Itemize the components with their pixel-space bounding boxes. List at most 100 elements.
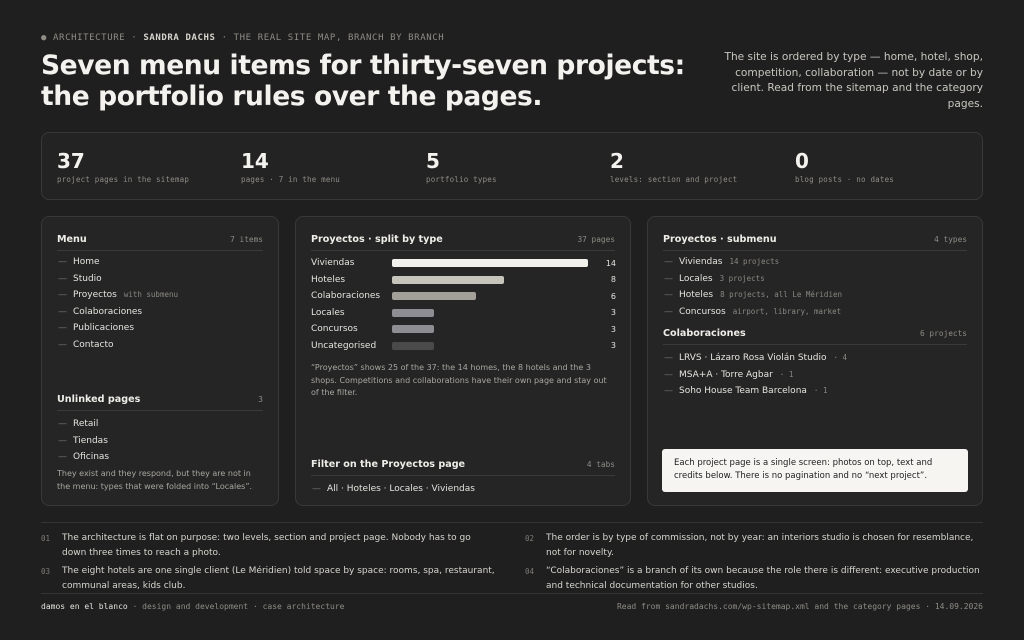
page-title: Seven menu items for thirty-seven projec…	[41, 50, 685, 112]
unlinked-header: Unlinked pages 3	[57, 394, 263, 411]
menu-item-studio[interactable]: — Studio	[58, 274, 263, 291]
bar-track	[392, 341, 588, 350]
footnote-04: 04 “Colaboraciones” is a branch of its o…	[525, 564, 983, 593]
unlinked-count: 3	[258, 395, 263, 404]
submenu-item-viviendas[interactable]: — Viviendas 14 projects	[664, 257, 967, 274]
stat-portfolio-types: 5 portfolio types	[426, 150, 497, 184]
submenu-item-concursos[interactable]: — Concursos airport, library, market	[664, 307, 967, 324]
proyectos-card: Proyectos · split by type 37 pages Vivie…	[295, 216, 631, 506]
menu-item-publicaciones[interactable]: — Publicaciones	[58, 323, 263, 340]
footer-source: Read from sandradachs.com/wp-sitemap.xml…	[616, 602, 983, 611]
unlinked-item-oficinas[interactable]: — Oficinas	[58, 452, 263, 469]
stat-label: project pages in the sitemap	[57, 175, 190, 184]
submenu-item-locales[interactable]: — Locales 3 projects	[664, 274, 967, 291]
stat-value: 14	[241, 149, 269, 173]
submenu-card-header: Proyectos · submenu 4 types	[663, 234, 967, 251]
bar-row: Hoteles 8	[311, 272, 616, 289]
bar-row: Colaboraciones 6	[311, 288, 616, 305]
submenu-item-note: 3 projects	[719, 273, 765, 283]
bar-value-label: 6	[610, 291, 616, 301]
footnote-number: 03	[41, 567, 51, 576]
submenu-card-count: 4 types	[934, 235, 967, 244]
bar-row: Locales 3	[311, 305, 616, 322]
bar-category-label: Hoteles	[311, 274, 346, 285]
eyebrow-name: SANDRA DACHS	[143, 33, 216, 43]
stat-levels: 2 levels: section and project	[610, 150, 737, 184]
submenu-card: Proyectos · submenu 4 types — Viviendas 14…	[647, 216, 983, 506]
unlinked-item-label: Retail	[73, 419, 99, 429]
bar	[392, 341, 434, 350]
bar-row: Viviendas 14	[311, 255, 616, 272]
footnote-03: 03 The eight hotels are one single clien…	[41, 564, 496, 593]
submenu-item-label: Locales	[679, 273, 713, 284]
project-page-note: Each project page is a single screen: ph…	[662, 449, 968, 492]
proyectos-card-title: Proyectos · split by type	[311, 234, 443, 245]
stat-value: 5	[426, 149, 440, 173]
menu-item-label: Publicaciones	[73, 323, 135, 333]
bar-track	[392, 308, 588, 317]
bar	[392, 308, 434, 317]
filter-title: Filter on the Proyectos page	[311, 459, 466, 470]
bar-value-label: 3	[610, 341, 616, 351]
unlinked-item-label: Tiendas	[73, 435, 108, 446]
submenu-item-label: Hoteles	[679, 290, 714, 300]
bar-value-label: 14	[605, 258, 616, 268]
submenu-list: — Viviendas 14 projects — Locales 3 projects…	[664, 257, 967, 323]
stat-value: 2	[610, 149, 624, 173]
collab-item-msaa[interactable]: — MSA+A · Torre Agbar · 1	[664, 370, 967, 387]
bar-category-label: Locales	[311, 307, 345, 318]
menu-item-contacto[interactable]: — Contacto	[58, 340, 263, 357]
filter-tabs-row[interactable]: — All · Hoteles · Locales · Viviendas	[312, 484, 615, 501]
submenu-item-hoteles[interactable]: — Hoteles 8 projects, all Le Méridien	[664, 290, 967, 307]
bar	[392, 325, 434, 334]
menu-item-proyectos[interactable]: — Proyectos with submenu	[58, 290, 263, 307]
proyectos-card-header: Proyectos · split by type 37 pages	[311, 234, 615, 251]
collab-count: 6 projects	[920, 329, 967, 338]
menu-item-label: Home	[73, 257, 100, 267]
unlinked-title: Unlinked pages	[57, 394, 141, 405]
stat-project-pages: 37 project pages in the sitemap	[57, 150, 189, 184]
bar-track	[392, 275, 588, 284]
bar	[392, 259, 588, 268]
unlinked-item-tiendas[interactable]: — Tiendas	[58, 436, 263, 453]
collab-item-note: · 1	[813, 386, 828, 395]
stat-pages: 14 pages · 7 in the menu	[241, 150, 340, 184]
intro-text: The site is ordered by type — home, hote…	[724, 51, 983, 110]
stats-panel: 37 project pages in the sitemap 14 pages…	[41, 132, 983, 200]
menu-card: Menu 7 items — Home — Studio — Proyectos wit…	[41, 216, 279, 506]
collab-item-lrvs[interactable]: — LRVS · Lázaro Rosa Violán Studio · 4	[664, 353, 967, 370]
collab-item-soho[interactable]: — Soho House Team Barcelona · 1	[664, 386, 967, 403]
proyectos-card-count: 37 pages	[577, 235, 615, 244]
bar-track	[392, 259, 588, 268]
bar-value-label: 3	[610, 324, 616, 334]
menu-item-home[interactable]: — Home	[58, 257, 263, 274]
eyebrow-suffix: · THE REAL SITE MAP, BRANCH BY BRANCH	[221, 33, 445, 43]
bar-category-label: Uncategorised	[311, 340, 377, 351]
footnote-number: 01	[41, 534, 51, 543]
footnote-number: 04	[525, 567, 535, 576]
menu-list: — Home — Studio — Proyectos with submenu — Co…	[58, 257, 263, 356]
filter-header: Filter on the Proyectos page 4 tabs	[311, 459, 615, 476]
collab-item-label: LRVS · Lázaro Rosa Violán Studio	[679, 353, 827, 363]
footer-brand[interactable]: damos en el blanco	[41, 602, 128, 611]
menu-item-label: Proyectos	[73, 290, 117, 300]
menu-item-label: Contacto	[73, 339, 114, 350]
menu-item-label: Colaboraciones	[73, 306, 143, 317]
footnote-02: 02 The order is by type of commission, n…	[525, 531, 983, 560]
collab-header: Colaboraciones 6 projects	[663, 328, 967, 345]
filter-count: 4 tabs	[586, 460, 615, 469]
stat-blog-posts: 0 blog posts · no dates	[795, 150, 894, 184]
stat-label: levels: section and project	[610, 175, 738, 184]
divider	[41, 522, 983, 523]
eyebrow-prefix: ● ARCHITECTURE ·	[41, 33, 138, 43]
submenu-item-note: 8 projects, all Le Méridien	[720, 290, 842, 299]
submenu-item-label: Concursos	[679, 306, 726, 317]
menu-card-header: Menu 7 items	[57, 234, 263, 251]
submenu-item-note: airport, library, market	[732, 306, 842, 316]
stat-value: 0	[795, 149, 809, 173]
menu-item-colaboraciones[interactable]: — Colaboraciones	[58, 307, 263, 324]
footnote-text: The order is by type of commission, not …	[546, 533, 974, 558]
unlinked-item-retail[interactable]: — Retail	[58, 419, 263, 436]
stat-label: portfolio types	[426, 175, 497, 184]
bar-value-label: 3	[610, 308, 616, 318]
